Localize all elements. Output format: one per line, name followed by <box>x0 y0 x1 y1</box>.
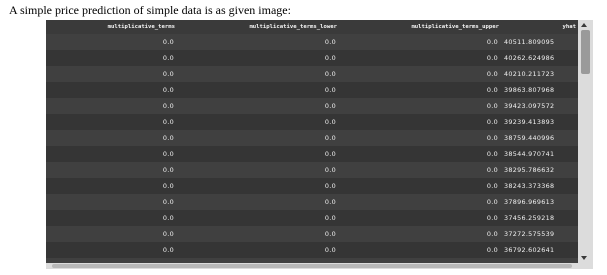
cell-multiplicative-terms-lower: 0.0 <box>177 146 339 162</box>
cell-multiplicative-terms-upper: 0.0 <box>339 194 501 210</box>
table-row: 0.0 0.0 0.0 37456.259218 <box>46 210 578 226</box>
cell-multiplicative-terms: 0.0 <box>46 98 177 114</box>
cell-multiplicative-terms-lower: 0.0 <box>177 178 339 194</box>
cell-multiplicative-terms-upper: 0.0 <box>339 146 501 162</box>
column-header-multiplicative-terms: multiplicative_terms <box>46 20 177 34</box>
column-header-multiplicative-terms-upper: multiplicative_terms_upper <box>339 20 501 34</box>
cell-multiplicative-terms: 0.0 <box>46 242 177 258</box>
column-header-multiplicative-terms-lower: multiplicative_terms_lower <box>177 20 339 34</box>
cell-multiplicative-terms-upper: 0.0 <box>339 210 501 226</box>
cell-multiplicative-terms: 0.0 <box>46 130 177 146</box>
cell-yhat: 39423.097572 <box>501 98 578 114</box>
table-row: 0.0 0.0 0.0 38295.786632 <box>46 162 578 178</box>
table-row: 0.0 0.0 0.0 40511.809095 <box>46 34 578 50</box>
cell-multiplicative-terms: 0.0 <box>46 66 177 82</box>
cell-yhat: 40262.624986 <box>501 50 578 66</box>
cell-multiplicative-terms-lower: 0.0 <box>177 82 339 98</box>
table-row: 0.0 0.0 0.0 39423.097572 <box>46 98 578 114</box>
cell-multiplicative-terms-upper: 0.0 <box>339 162 501 178</box>
cell-multiplicative-terms-lower: 0.0 <box>177 34 339 50</box>
cell-multiplicative-terms-lower: 0.0 <box>177 50 339 66</box>
cell-multiplicative-terms-upper: 0.0 <box>339 66 501 82</box>
table-row: 0.0 0.0 0.0 40262.624986 <box>46 50 578 66</box>
cell-yhat: 39239.413893 <box>501 114 578 130</box>
table-row: 0.0 0.0 0.0 37896.969613 <box>46 194 578 210</box>
cell-multiplicative-terms: 0.0 <box>46 34 177 50</box>
cell-yhat: 38544.970741 <box>501 146 578 162</box>
vertical-scrollbar[interactable] <box>578 20 593 263</box>
table-body: 0.0 0.0 0.0 40511.809095 0.0 0.0 0.0 40262.6249… <box>46 34 578 263</box>
vertical-scrollbar-thumb[interactable] <box>581 30 590 74</box>
cell-multiplicative-terms-upper: 0.0 <box>339 226 501 242</box>
cell-yhat: 40210.211723 <box>501 66 578 82</box>
cell-multiplicative-terms-lower: 0.0 <box>177 194 339 210</box>
table-row: 0.0 0.0 0.0 39239.413893 <box>46 114 578 130</box>
horizontal-scrollbar-thumb[interactable] <box>52 264 572 268</box>
data-grid: multiplicative_terms multiplicative_term… <box>46 20 578 263</box>
cell-multiplicative-terms-upper: 0.0 <box>339 130 501 146</box>
cell-multiplicative-terms: 0.0 <box>46 82 177 98</box>
table-row: 0.0 0.0 0.0 40210.211723 <box>46 66 578 82</box>
table-row: 0.0 0.0 0.0 36792.602641 <box>46 242 578 258</box>
cell-multiplicative-terms: 0.0 <box>46 178 177 194</box>
cell-multiplicative-terms-lower: 0.0 <box>177 242 339 258</box>
cell-multiplicative-terms-lower: 0.0 <box>177 162 339 178</box>
cell-multiplicative-terms-upper: 0.0 <box>339 178 501 194</box>
cell-multiplicative-terms-upper: 0.0 <box>339 82 501 98</box>
table-row: 0.0 0.0 0.0 39863.807968 <box>46 82 578 98</box>
cell-multiplicative-terms-upper: 0.0 <box>339 242 501 258</box>
dataframe-view: multiplicative_terms multiplicative_term… <box>46 20 593 269</box>
cell-yhat: 40511.809095 <box>501 34 578 50</box>
cell-multiplicative-terms-upper: 0.0 <box>339 114 501 130</box>
cell-multiplicative-terms-lower: 0.0 <box>177 114 339 130</box>
cell-multiplicative-terms-upper: 0.0 <box>339 98 501 114</box>
cell-multiplicative-terms: 0.0 <box>46 210 177 226</box>
scroll-down-arrow-icon[interactable] <box>581 256 587 260</box>
cell-multiplicative-terms-lower: 0.0 <box>177 226 339 242</box>
cell-yhat: 39863.807968 <box>501 82 578 98</box>
column-header-yhat: yhat <box>501 20 578 34</box>
table-row: 0.0 0.0 0.0 37272.575539 <box>46 226 578 242</box>
cell-yhat: 37456.259218 <box>501 210 578 226</box>
cell-yhat: 37896.969613 <box>501 194 578 210</box>
cell-multiplicative-terms: 0.0 <box>46 194 177 210</box>
cell-multiplicative-terms-lower: 0.0 <box>177 130 339 146</box>
cell-yhat: 38759.440996 <box>501 130 578 146</box>
cell-multiplicative-terms: 0.0 <box>46 226 177 242</box>
cell-multiplicative-terms: 0.0 <box>46 114 177 130</box>
cell-multiplicative-terms-upper: 0.0 <box>339 34 501 50</box>
cell-multiplicative-terms-lower: 0.0 <box>177 66 339 82</box>
cell-yhat: 38243.373368 <box>501 178 578 194</box>
scroll-up-arrow-icon[interactable] <box>581 23 587 27</box>
table-row: 0.0 0.0 0.0 38243.373368 <box>46 178 578 194</box>
header-row: multiplicative_terms multiplicative_term… <box>46 20 578 34</box>
table-row: 0.0 0.0 0.0 38759.440996 <box>46 130 578 146</box>
data-table: multiplicative_terms multiplicative_term… <box>46 20 578 263</box>
cell-multiplicative-terms: 0.0 <box>46 162 177 178</box>
table-row: 0.0 0.0 0.0 38544.970741 <box>46 146 578 162</box>
cell-multiplicative-terms: 0.0 <box>46 50 177 66</box>
cell-yhat: 37272.575539 <box>501 226 578 242</box>
cell-yhat: 36792.602641 <box>501 242 578 258</box>
horizontal-scrollbar[interactable] <box>46 263 593 269</box>
cell-multiplicative-terms: 0.0 <box>46 146 177 162</box>
cell-multiplicative-terms-lower: 0.0 <box>177 210 339 226</box>
page-caption: A simple price prediction of simple data… <box>9 3 291 17</box>
cell-yhat: 38295.786632 <box>501 162 578 178</box>
cell-multiplicative-terms-upper: 0.0 <box>339 50 501 66</box>
cell-multiplicative-terms-lower: 0.0 <box>177 98 339 114</box>
